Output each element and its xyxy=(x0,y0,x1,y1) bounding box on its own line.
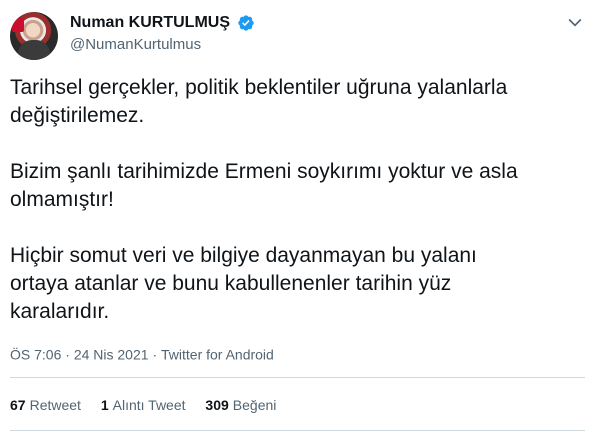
likes-label: Beğeni xyxy=(232,397,277,413)
quotes-stat[interactable]: 1 Alıntı Tweet xyxy=(101,397,186,413)
verified-badge-icon xyxy=(238,15,255,31)
flag-shape xyxy=(12,18,24,32)
likes-stat[interactable]: 309 Beğeni xyxy=(205,397,276,413)
meta-separator: · xyxy=(152,346,158,363)
likes-count: 309 xyxy=(205,397,229,413)
tweet-meta: ÖS 7:06 · 24 Nis 2021 · Twitter for Andr… xyxy=(10,345,274,362)
chevron-down-icon[interactable] xyxy=(565,12,585,32)
divider xyxy=(10,430,585,431)
retweets-label: Retweet xyxy=(29,397,81,413)
tweet-time[interactable]: ÖS 7:06 xyxy=(10,346,61,362)
divider xyxy=(10,377,585,378)
avatar[interactable] xyxy=(10,12,58,60)
retweets-stat[interactable]: 67 Retweet xyxy=(10,397,81,413)
author-names: Numan KURTULMUŞ @NumanKurtulmus xyxy=(70,14,255,53)
tweet-text: Tarihsel gerçekler, politik beklentiler … xyxy=(10,76,518,323)
tweet-card: Numan KURTULMUŞ @NumanKurtulmus Tarihsel… xyxy=(0,0,595,436)
tweet-source[interactable]: Twitter for Android xyxy=(161,346,274,362)
tweet-date[interactable]: 24 Nis 2021 xyxy=(74,346,149,362)
suit-shape xyxy=(18,40,50,60)
author-display-name[interactable]: Numan KURTULMUŞ xyxy=(70,14,230,32)
author-handle[interactable]: @NumanKurtulmus xyxy=(70,36,255,53)
tweet-header: Numan KURTULMUŞ @NumanKurtulmus xyxy=(10,8,585,60)
tweet-stats: 67 Retweet 1 Alıntı Tweet 309 Beğeni xyxy=(10,397,292,413)
retweets-count: 67 xyxy=(10,397,26,413)
quotes-count: 1 xyxy=(100,397,109,413)
meta-separator: · xyxy=(65,346,70,363)
quotes-label: Alıntı Tweet xyxy=(112,397,186,413)
